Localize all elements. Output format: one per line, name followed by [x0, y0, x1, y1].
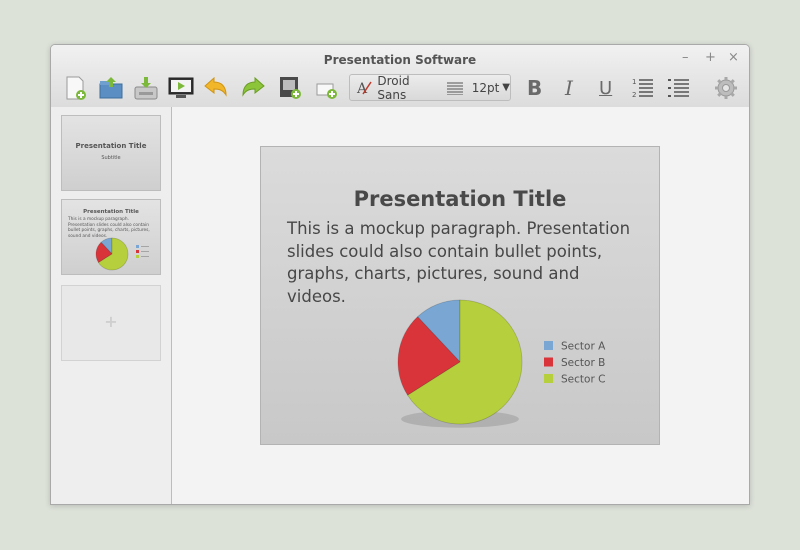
play-icon — [168, 77, 194, 98]
title-toolbar-bar: Presentation Software – + × A Droid Sans… — [51, 45, 749, 108]
align-icon — [447, 82, 463, 95]
open-button[interactable] — [98, 75, 124, 101]
font-selector[interactable]: A Droid Sans 12pt ▼ — [349, 73, 511, 102]
window-title: Presentation Software — [323, 53, 477, 67]
add-slide-icon: + — [104, 312, 118, 331]
add-text-box-icon — [316, 83, 337, 99]
current-slide[interactable]: Presentation Title This is a mockup para… — [260, 146, 660, 445]
save-icon — [134, 77, 158, 100]
redo-icon — [242, 76, 265, 97]
undo-button[interactable] — [203, 75, 229, 101]
thumb-subtitle: Subtitle — [101, 155, 121, 161]
thumb-title: Presentation Title — [83, 209, 139, 215]
slide-thumbnail-2[interactable]: Presentation Title This is a mockup para… — [61, 199, 161, 275]
app-window: Presentation Software – + × A Droid Sans… — [50, 44, 750, 505]
legend-swatch — [136, 250, 139, 253]
svg-text:2: 2 — [632, 91, 636, 99]
add-slide-placeholder[interactable]: + — [61, 285, 161, 361]
italic-button[interactable]: I — [565, 76, 573, 100]
font-size: 12pt — [471, 80, 500, 95]
unordered-list-button[interactable] — [667, 75, 691, 101]
add-text-box-button[interactable] — [314, 75, 340, 101]
slide-thumbnail-1[interactable]: Presentation Title Subtitle — [61, 115, 161, 191]
legend-swatch — [544, 341, 553, 350]
open-icon — [99, 77, 123, 99]
pie-chart[interactable]: Sector A Sector B Sector C — [261, 147, 659, 444]
ordered-list-button[interactable]: 1 2 — [631, 75, 655, 101]
slide-panel: Presentation Title Subtitle Presentation… — [51, 107, 172, 504]
font-icon: A — [356, 81, 372, 97]
insert-image-icon — [280, 77, 301, 99]
play-button[interactable] — [168, 75, 194, 101]
unordered-list-icon — [668, 79, 689, 97]
bold-button[interactable]: B — [527, 76, 542, 100]
new-slide-button[interactable] — [63, 75, 89, 101]
maximize-button[interactable]: + — [705, 50, 716, 65]
thumb-title: Presentation Title — [75, 142, 147, 150]
legend-swatch — [544, 374, 553, 383]
legend-swatch — [136, 255, 139, 258]
slide-canvas: Presentation Title This is a mockup para… — [172, 107, 749, 504]
font-name: Droid Sans — [377, 73, 410, 102]
save-button[interactable] — [133, 75, 159, 101]
undo-icon — [204, 76, 227, 97]
underline-button[interactable]: U — [599, 78, 612, 99]
new-slide-icon — [66, 76, 86, 100]
legend-swatch — [136, 245, 139, 248]
settings-button[interactable] — [713, 75, 739, 101]
legend-label: Sector A — [561, 341, 606, 353]
legend-label: Sector C — [561, 374, 605, 386]
insert-image-button[interactable] — [277, 75, 303, 101]
thumb-pie-chart — [95, 237, 149, 271]
settings-icon — [715, 77, 737, 99]
close-button[interactable]: × — [728, 50, 739, 65]
redo-button[interactable] — [240, 75, 266, 101]
minimize-button[interactable]: – — [682, 50, 689, 65]
legend-swatch — [544, 357, 553, 367]
legend-label: Sector B — [561, 357, 605, 369]
chevron-down-icon: ▼ — [502, 82, 510, 93]
svg-text:1: 1 — [632, 78, 636, 86]
ordered-list-icon: 1 2 — [632, 78, 653, 99]
